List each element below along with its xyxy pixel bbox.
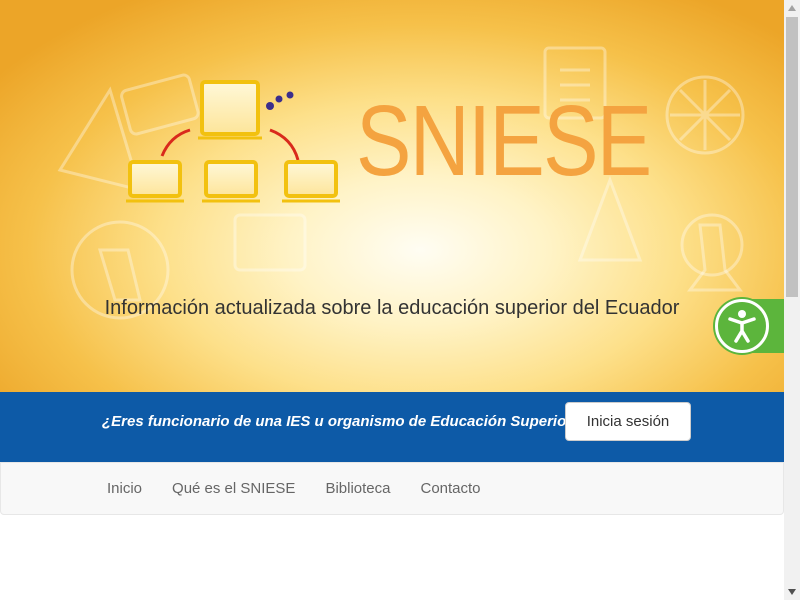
scroll-down-arrow-icon[interactable] xyxy=(784,584,800,600)
login-question-text: ¿Eres funcionario de una IES u organismo… xyxy=(102,413,582,430)
site-tagline: Información actualizada sobre la educaci… xyxy=(0,297,784,320)
hero-banner: SNIESE Información actualizada sobre la … xyxy=(0,0,784,392)
site-logo-text[interactable]: SNIESE xyxy=(356,86,652,196)
nav-item-que-es-sniese[interactable]: Qué es el SNIESE xyxy=(157,463,310,516)
login-button[interactable]: Inicia sesión xyxy=(565,402,691,441)
scrollbar-thumb[interactable] xyxy=(786,17,798,297)
tagline-text: Información actualizada sobre la educaci… xyxy=(104,297,680,319)
scroll-up-arrow-icon[interactable] xyxy=(784,0,800,16)
nav-list: Inicio Qué es el SNIESE Biblioteca Conta… xyxy=(92,463,496,516)
sniese-logo-icon xyxy=(126,80,340,203)
nav-item-inicio[interactable]: Inicio xyxy=(92,463,157,516)
accessibility-person-icon xyxy=(728,310,756,343)
accessibility-button[interactable] xyxy=(715,299,769,353)
nav-item-contacto[interactable]: Contacto xyxy=(405,463,495,516)
main-navbar: Inicio Qué es el SNIESE Biblioteca Conta… xyxy=(0,462,784,515)
nav-item-biblioteca[interactable]: Biblioteca xyxy=(310,463,405,516)
page: SNIESE Información actualizada sobre la … xyxy=(0,0,784,600)
login-bar: ¿Eres funcionario de una IES u organismo… xyxy=(0,392,784,462)
vertical-scrollbar[interactable] xyxy=(784,0,800,600)
